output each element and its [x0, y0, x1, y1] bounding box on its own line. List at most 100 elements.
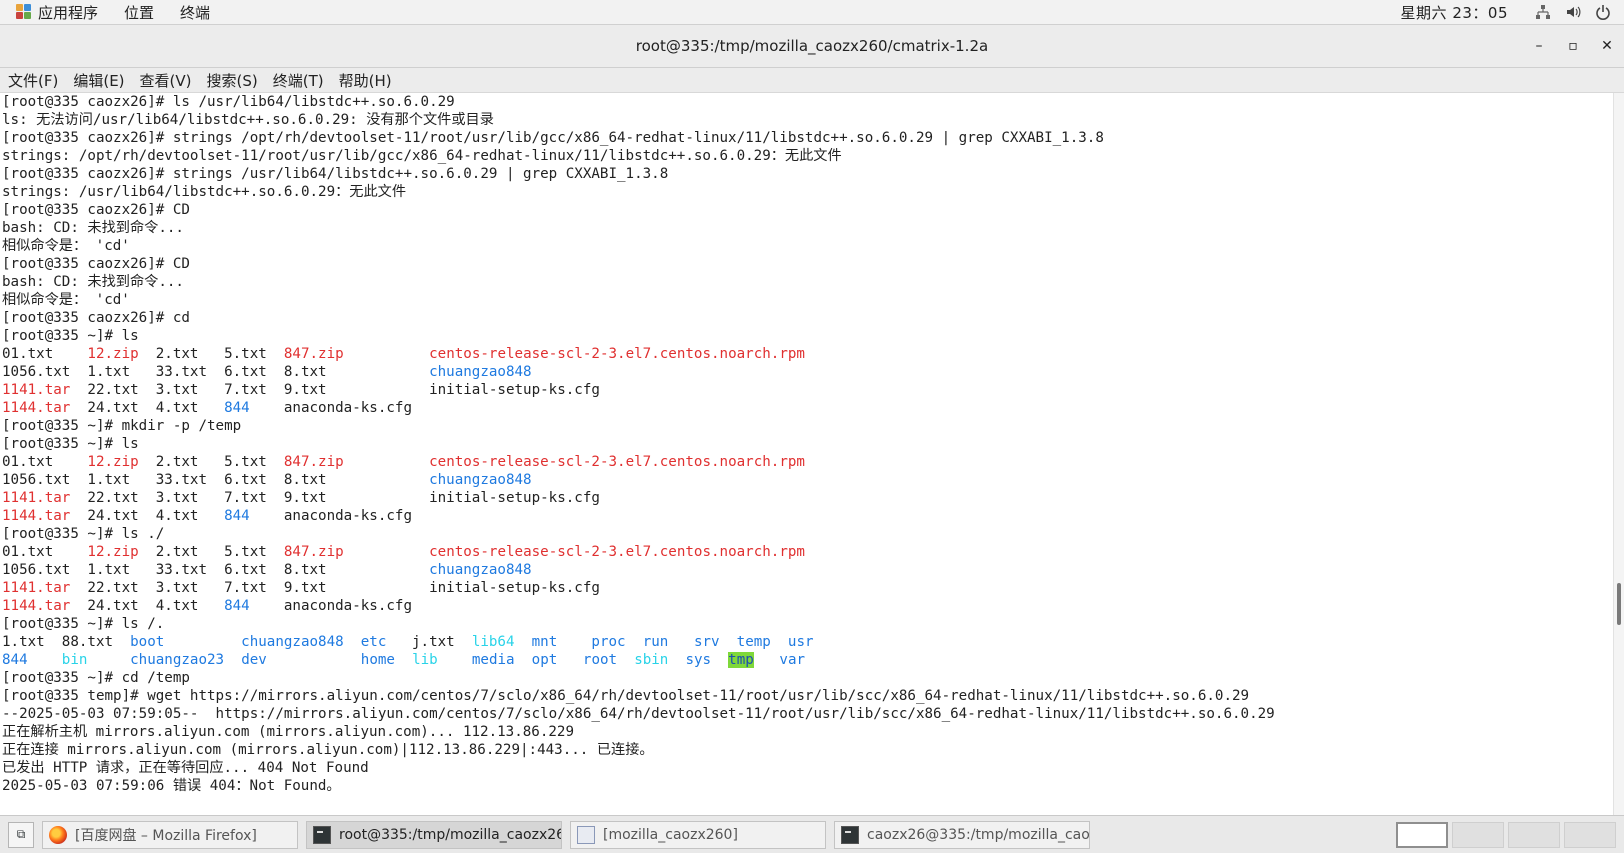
terminal-text-segment: 正在连接 mirrors.aliyun.com (mirrors.aliyun.…	[2, 742, 654, 758]
menu-edit[interactable]: 编辑(E)	[66, 70, 131, 91]
task-terminal-user[interactable]: caozx26@335:/tmp/mozilla_caozx…	[834, 820, 1090, 849]
terminal-text-segment: 1056.txt 1.txt 33.txt 6.txt 8.txt	[2, 364, 430, 380]
terminal-text-segment: home	[360, 652, 395, 668]
terminal-app-menu-label: 终端	[180, 3, 211, 22]
terminal-text-segment: chuangzao848	[429, 562, 532, 578]
menu-view[interactable]: 查看(V)	[133, 70, 199, 91]
terminal-text-segment: 24.txt 4.txt	[70, 508, 225, 524]
terminal-text-segment: lib	[412, 652, 438, 668]
terminal-text-segment: [root@335 caozx26]# strings /opt/rh/devt…	[2, 130, 1104, 146]
terminal-line: 1056.txt 1.txt 33.txt 6.txt 8.txt chuang…	[0, 363, 1614, 381]
task-terminal-root[interactable]: root@335:/tmp/mozilla_caozx260/…	[306, 820, 562, 849]
terminal-text-segment: 844	[224, 598, 250, 614]
terminal-text-segment: temp	[736, 634, 771, 650]
minimize-button[interactable]: –	[1522, 29, 1556, 63]
terminal-line: [root@335 ~]# mkdir -p /temp	[0, 417, 1614, 435]
workspace-3[interactable]	[1508, 822, 1560, 848]
terminal-text-segment: j.txt	[386, 634, 472, 650]
applications-menu[interactable]: 应用程序	[6, 0, 108, 24]
terminal-text-segment: 847.zip	[283, 454, 344, 470]
power-icon[interactable]	[1594, 3, 1612, 21]
menu-file[interactable]: 文件(F)	[1, 70, 65, 91]
terminal-line: 01.txt 12.zip 2.txt 5.txt 847.zip centos…	[0, 453, 1614, 471]
task-file-manager[interactable]: [mozilla_caozx260]	[570, 820, 826, 849]
terminal-text-segment: var	[779, 652, 806, 668]
terminal-line: [root@335 caozx26]# CD	[0, 201, 1614, 219]
terminal-line: 1141.tar 22.txt 3.txt 7.txt 9.txt initia…	[0, 579, 1614, 597]
network-icon[interactable]	[1534, 3, 1552, 21]
clock[interactable]: 星期六 23：05	[1401, 2, 1508, 23]
terminal-text-segment: strings: /opt/rh/devtoolset-11/root/usr/…	[2, 148, 842, 164]
terminal-line: 2025-05-03 07:59:06 错误 404：Not Found。	[0, 777, 1614, 795]
terminal-text-segment: bin	[61, 652, 88, 668]
menu-terminal[interactable]: 终端(T)	[266, 70, 331, 91]
terminal-text-segment: [root@335 caozx26]# cd	[2, 310, 190, 326]
terminal-text-segment: 2.txt 5.txt	[138, 454, 284, 470]
applications-menu-label: 应用程序	[38, 3, 99, 22]
terminal-text-segment: media	[471, 652, 515, 668]
menu-search[interactable]: 搜索(S)	[200, 70, 265, 91]
terminal-text-segment: 22.txt 3.txt 7.txt 9.txt initial-setup-k…	[70, 490, 600, 506]
terminal-line: 01.txt 12.zip 2.txt 5.txt 847.zip centos…	[0, 543, 1614, 561]
firefox-icon	[49, 825, 67, 844]
workspace-1[interactable]	[1396, 822, 1448, 848]
workspace-4[interactable]	[1564, 822, 1616, 848]
terminal-text-segment: run	[642, 634, 669, 650]
terminal-text-segment: [root@335 ~]# mkdir -p /temp	[2, 418, 242, 434]
places-menu[interactable]: 位置	[114, 0, 164, 24]
terminal-text-segment: --2025-05-03 07:59:05-- https://mirrors.…	[2, 706, 1275, 722]
terminal-text-segment: 1056.txt 1.txt 33.txt 6.txt 8.txt	[2, 472, 430, 488]
workspace-switcher	[1392, 822, 1616, 848]
terminal-text-segment: 1144.tar	[2, 598, 71, 614]
menu-help[interactable]: 帮助(H)	[332, 70, 399, 91]
terminal-text-segment: 12.zip	[87, 544, 139, 560]
places-menu-label: 位置	[124, 3, 155, 22]
scrollbar-thumb[interactable]	[1617, 583, 1621, 625]
close-button[interactable]: ✕	[1590, 29, 1624, 63]
terminal-line: 1056.txt 1.txt 33.txt 6.txt 8.txt chuang…	[0, 471, 1614, 489]
terminal-text-segment: 相似命令是： 'cd'	[2, 238, 130, 254]
terminal-output[interactable]: [root@335 caozx26]# ls /usr/lib64/libstd…	[0, 93, 1614, 815]
volume-icon[interactable]	[1564, 3, 1582, 21]
terminal-text-segment: 1.txt 88.txt	[2, 634, 131, 650]
workspace-2[interactable]	[1452, 822, 1504, 848]
task-firefox[interactable]: [百度网盘 – Mozilla Firefox]	[42, 820, 298, 849]
terminal-text-segment: anaconda-ks.cfg	[249, 400, 413, 416]
terminal-line: 相似命令是： 'cd'	[0, 237, 1614, 255]
terminal-icon	[841, 825, 859, 844]
terminal-app-menu[interactable]: 终端	[170, 0, 220, 24]
terminal-text-segment: [root@335 caozx26]# CD	[2, 256, 190, 272]
terminal-text-segment: opt	[531, 652, 558, 668]
terminal-scrollbar[interactable]	[1613, 93, 1624, 815]
terminal-text-segment: 01.txt	[2, 346, 88, 362]
terminal-line: [root@335 ~]# ls /.	[0, 615, 1614, 633]
maximize-button[interactable]: ▫	[1556, 29, 1590, 63]
terminal-line: [root@335 caozx26]# CD	[0, 255, 1614, 273]
terminal-text-segment: [root@335 ~]# cd /temp	[2, 670, 190, 686]
window-title: root@335:/tmp/mozilla_caozx260/cmatrix-1…	[635, 37, 989, 55]
terminal-text-segment: anaconda-ks.cfg	[249, 508, 413, 524]
terminal-line: 01.txt 12.zip 2.txt 5.txt 847.zip centos…	[0, 345, 1614, 363]
show-desktop-button[interactable]: ⧉	[8, 821, 34, 848]
terminal-text-segment: chuangzao848	[241, 634, 344, 650]
terminal-text-segment: 1144.tar	[2, 400, 71, 416]
terminal-line: strings: /opt/rh/devtoolset-11/root/usr/…	[0, 147, 1614, 165]
window-title-bar[interactable]: root@335:/tmp/mozilla_caozx260/cmatrix-1…	[0, 25, 1624, 68]
terminal-text-segment: [root@335 caozx26]# strings /usr/lib64/l…	[2, 166, 669, 182]
terminal-line: 1056.txt 1.txt 33.txt 6.txt 8.txt chuang…	[0, 561, 1614, 579]
terminal-text-segment: 24.txt 4.txt	[70, 598, 225, 614]
terminal-text-segment: [root@335 ~]# ls	[2, 328, 139, 344]
terminal-line: [root@335 ~]# ls	[0, 327, 1614, 345]
terminal-line: 1.txt 88.txt boot chuangzao848 etc j.txt…	[0, 633, 1614, 651]
